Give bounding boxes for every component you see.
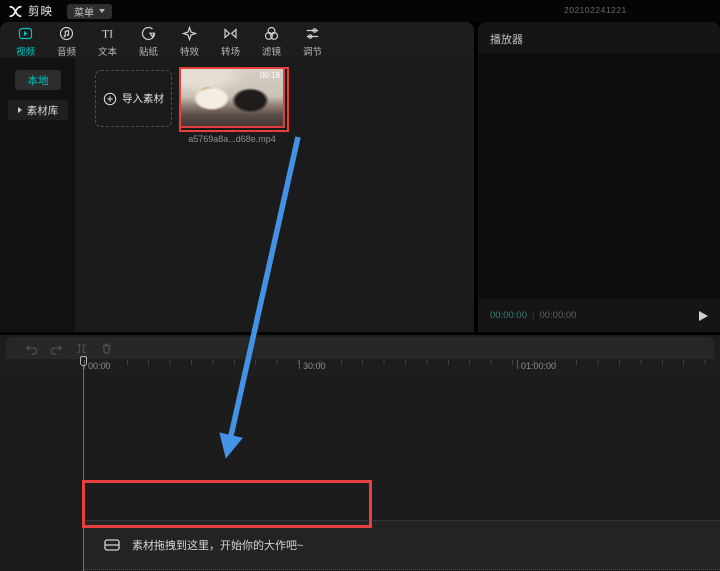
ruler-label: 00:00: [84, 360, 111, 372]
session-id: 202102241221: [564, 5, 627, 15]
sidebar-item-local[interactable]: 本地: [15, 70, 61, 90]
timeline-panel: 00:00 30:00 01:00:00 素材拖拽到这里，开始你的大作吧~: [0, 335, 720, 571]
audio-icon: [58, 25, 75, 42]
tab-transition[interactable]: 转场: [210, 22, 251, 58]
timeline-toolbar: [6, 337, 714, 359]
playhead-pin-icon: [80, 356, 87, 366]
ruler-label: 30:00: [299, 360, 326, 372]
adjust-icon: [304, 25, 321, 42]
sidebar-item-label: 本地: [28, 73, 49, 88]
transition-icon: [222, 25, 239, 42]
ruler-label: 01:00:00: [517, 360, 556, 372]
tab-label: 滤镜: [262, 44, 281, 58]
tab-label: 视频: [16, 44, 35, 58]
menu-button-label: 菜单: [74, 4, 94, 19]
redo-icon[interactable]: [49, 341, 64, 356]
plus-icon: [103, 92, 117, 106]
media-track-icon: [104, 539, 120, 551]
player-current-time: 00:00:00: [490, 310, 527, 321]
undo-icon[interactable]: [24, 341, 39, 356]
timeline-drop-zone[interactable]: 素材拖拽到这里，开始你的大作吧~: [84, 520, 720, 570]
player-controls: 00:00:00 | 00:00:00: [478, 299, 720, 332]
time-separator: |: [532, 310, 534, 321]
filter-icon: [263, 25, 280, 42]
tab-video[interactable]: 视频: [5, 22, 46, 58]
svg-text:TI: TI: [102, 26, 113, 40]
app-title: 剪映: [28, 3, 53, 19]
sidebar-item-material-library[interactable]: 素材库: [8, 100, 68, 120]
tab-effects[interactable]: 特效: [169, 22, 210, 58]
tab-sticker[interactable]: 贴纸: [128, 22, 169, 58]
caret-right-icon: [18, 107, 22, 113]
media-tab-bar: 视频 音频 TI 文本 贴纸 特效 转场 滤镜 调节: [0, 22, 474, 58]
player-title: 播放器: [478, 22, 720, 56]
chevron-down-icon: [99, 9, 105, 13]
player-total-time: 00:00:00: [539, 310, 576, 321]
playhead-line: [83, 366, 84, 571]
clip-thumbnail-image: 00:18: [181, 69, 283, 126]
import-button-label: 导入素材: [122, 91, 164, 106]
import-material-button[interactable]: 导入素材: [95, 70, 172, 127]
app-logo-icon: [8, 5, 23, 18]
menu-button[interactable]: 菜单: [67, 4, 112, 19]
media-content-area: 导入素材 00:18 a5769a8a...d68e.mp4: [75, 58, 474, 332]
media-sidebar: 本地 素材库: [0, 58, 75, 332]
tab-label: 音频: [57, 44, 76, 58]
delete-icon[interactable]: [99, 341, 114, 356]
tab-label: 贴纸: [139, 44, 158, 58]
tab-adjust[interactable]: 调节: [292, 22, 333, 58]
tab-text[interactable]: TI 文本: [87, 22, 128, 58]
tab-label: 文本: [98, 44, 117, 58]
sticker-icon: [140, 25, 157, 42]
split-icon[interactable]: [74, 341, 89, 356]
tab-label: 调节: [303, 44, 322, 58]
clip-duration: 00:18: [260, 71, 280, 80]
drop-hint-text: 素材拖拽到这里，开始你的大作吧~: [132, 537, 303, 553]
timeline-tracks-area[interactable]: 素材拖拽到这里，开始你的大作吧~: [0, 377, 720, 571]
clip-filename: a5769a8a...d68e.mp4: [175, 134, 289, 144]
video-icon: [17, 25, 34, 42]
player-panel: 播放器 00:00:00 | 00:00:00: [478, 22, 720, 332]
tab-filter[interactable]: 滤镜: [251, 22, 292, 58]
timeline-ruler[interactable]: 00:00 30:00 01:00:00: [0, 359, 720, 377]
top-bar: 剪映 菜单 202102241221: [0, 0, 720, 22]
player-preview-area: [478, 53, 720, 299]
effects-icon: [181, 25, 198, 42]
video-clip-thumbnail[interactable]: 00:18: [179, 67, 285, 128]
tab-audio[interactable]: 音频: [46, 22, 87, 58]
tab-label: 特效: [180, 44, 199, 58]
sidebar-item-label: 素材库: [27, 103, 59, 118]
playhead[interactable]: [80, 356, 87, 366]
text-icon: TI: [99, 25, 116, 42]
tab-label: 转场: [221, 44, 240, 58]
media-panel: 视频 音频 TI 文本 贴纸 特效 转场 滤镜 调节: [0, 22, 474, 332]
play-button[interactable]: [699, 311, 708, 321]
ruler-minor-ticks: [84, 360, 720, 365]
